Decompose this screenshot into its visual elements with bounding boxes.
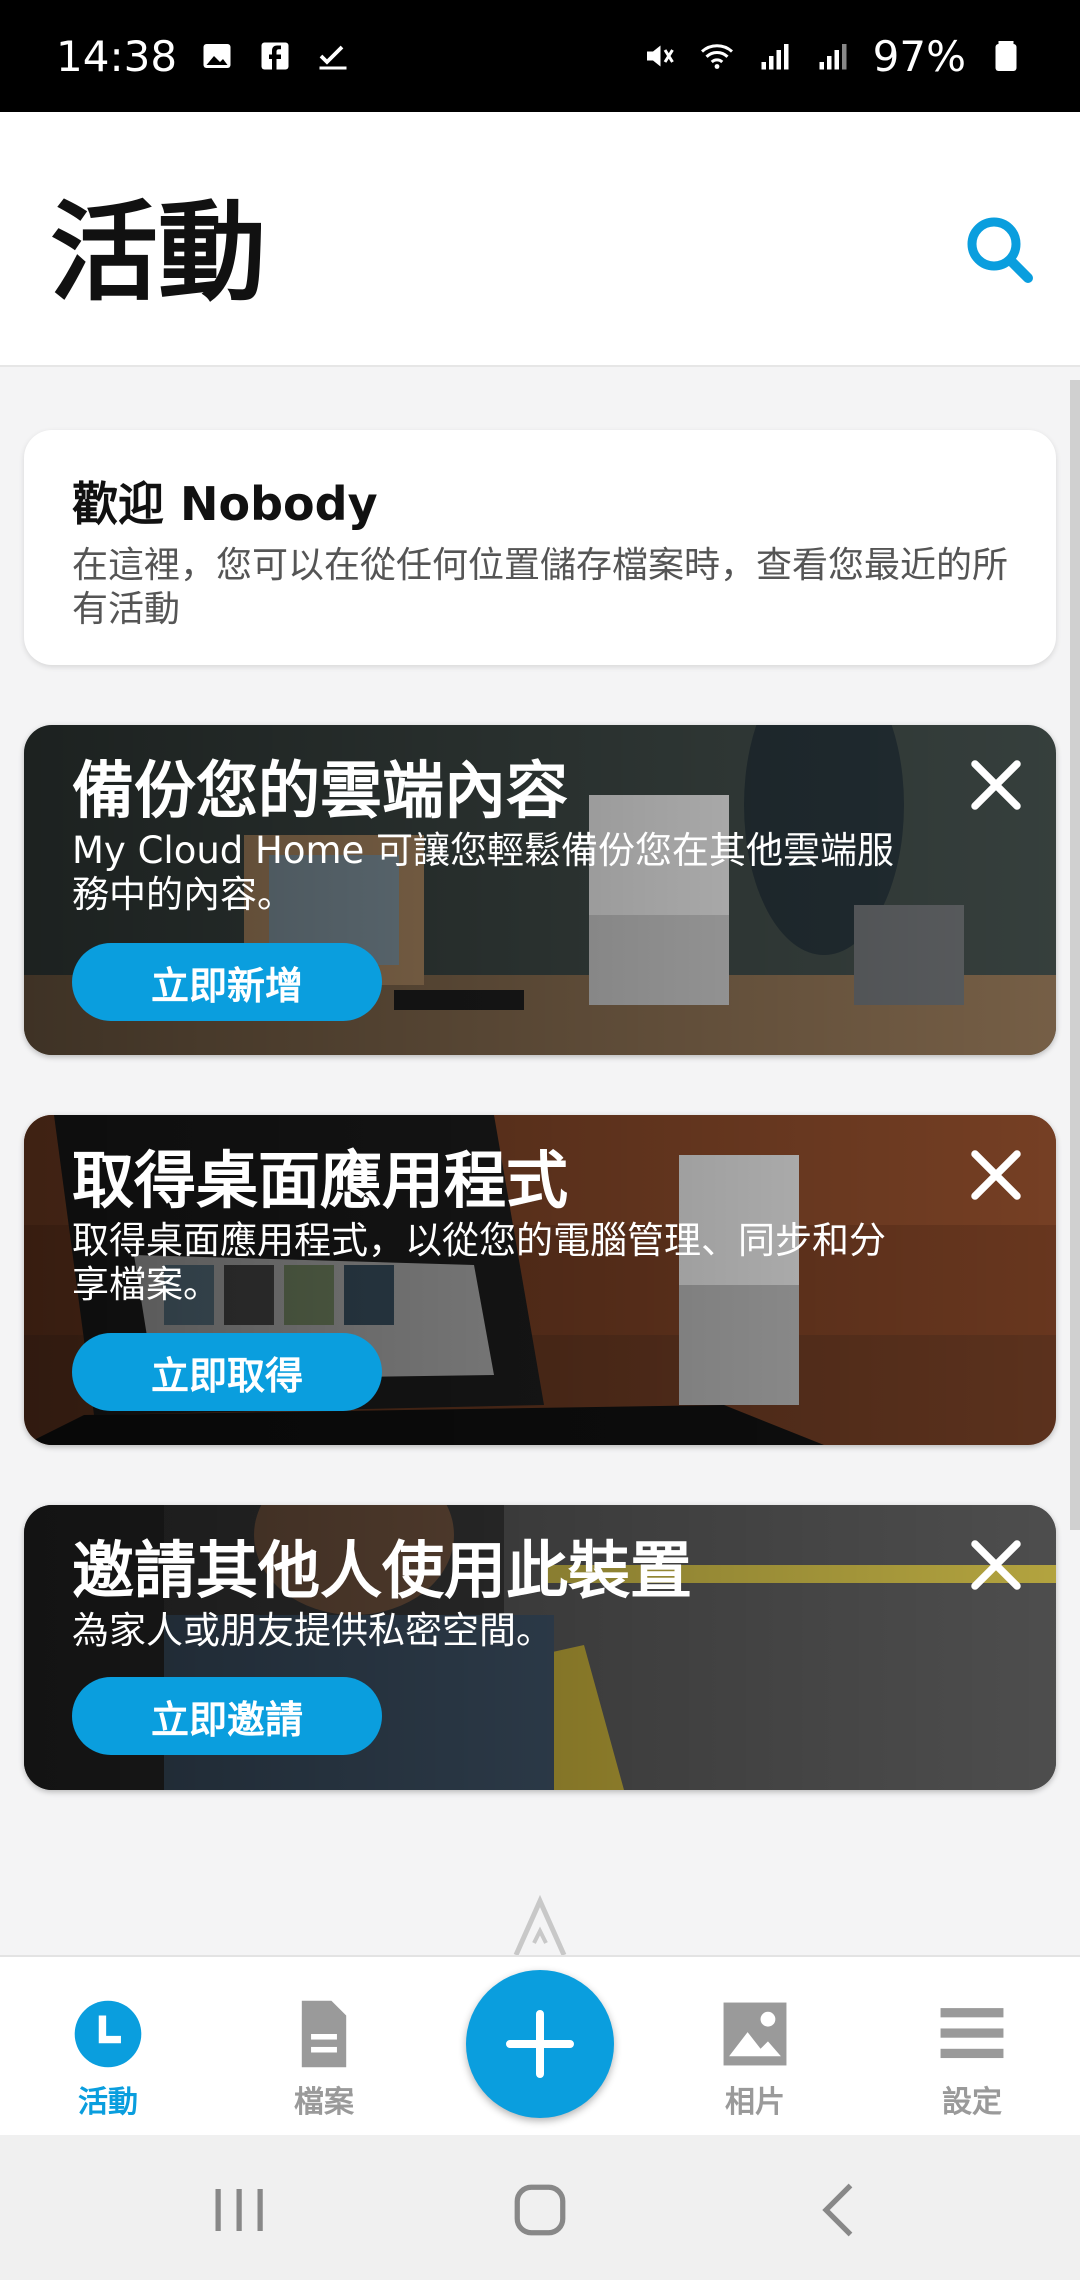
promo-text: My Cloud Home 可讓您輕鬆備份您在其他雲端服務中的內容。	[72, 829, 895, 916]
image-icon	[723, 2002, 787, 2066]
nav-label: 設定	[942, 2085, 1002, 2120]
close-icon[interactable]	[966, 1535, 1026, 1595]
arrow-up-icon	[513, 1895, 567, 1957]
status-bar: 14:38 97%	[0, 0, 1080, 112]
get-now-button[interactable]: 立即取得	[72, 1333, 382, 1411]
status-right: 97%	[641, 32, 1024, 81]
promo-title: 邀請其他人使用此裝置	[72, 1534, 693, 1607]
status-left: 14:38	[56, 32, 351, 81]
promo-content: 邀請其他人使用此裝置 為家人或朋友提供私密空間。	[72, 1535, 906, 1653]
promo-text: 為家人或朋友提供私密空間。	[72, 1609, 553, 1652]
page-title: 活動	[50, 191, 267, 316]
recent-apps-icon[interactable]	[205, 2175, 275, 2245]
promo-card-desktop-app: 取得桌面應用程式 取得桌面應用程式，以從您的電腦管理、同步和分享檔案。 立即取得	[24, 1115, 1056, 1445]
check-icon	[319, 45, 347, 70]
mute-icon	[646, 45, 674, 67]
promo-card-backup: 備份您的雲端內容 My Cloud Home 可讓您輕鬆備份您在其他雲端服務中的…	[24, 725, 1056, 1055]
invite-now-button[interactable]: 立即邀請	[72, 1677, 382, 1755]
clock-icon	[74, 2000, 142, 2068]
nav-item-files[interactable]: 檔案	[249, 1997, 399, 2121]
wifi-icon	[700, 44, 733, 69]
welcome-text: 在這裡，您可以在從任何位置儲存檔案時，查看您最近的所有活動	[72, 545, 1009, 630]
add-fab-button[interactable]	[466, 1970, 614, 2118]
add-now-button[interactable]: 立即新增	[72, 943, 382, 1021]
nav-label: 相片	[725, 2085, 785, 2120]
home-icon[interactable]	[505, 2175, 575, 2245]
system-navigation-bar	[0, 2135, 1080, 2280]
menu-icon	[940, 2008, 1004, 2059]
scrollbar[interactable]	[1070, 380, 1080, 1530]
app-header: 活動	[0, 112, 1080, 367]
file-icon	[301, 2000, 347, 2068]
nav-item-photos[interactable]: 相片	[680, 1997, 830, 2121]
nav-item-activity[interactable]: 活動	[33, 1997, 183, 2121]
promo-text: 取得桌面應用程式，以從您的電腦管理、同步和分享檔案。	[72, 1219, 886, 1306]
promo-title: 備份您的雲端內容	[72, 754, 569, 827]
gallery-icon	[203, 44, 231, 68]
nav-label: 檔案	[294, 2085, 354, 2120]
plus-icon	[506, 2010, 574, 2078]
battery-percent: 97%	[872, 31, 966, 81]
facebook-icon	[261, 42, 289, 70]
promo-content: 取得桌面應用程式 取得桌面應用程式，以從您的電腦管理、同步和分享檔案。	[72, 1145, 906, 1307]
signal-icon	[819, 44, 847, 70]
battery-icon	[995, 41, 1017, 71]
search-icon[interactable]	[960, 210, 1040, 290]
promo-content: 備份您的雲端內容 My Cloud Home 可讓您輕鬆備份您在其他雲端服務中的…	[72, 755, 906, 917]
close-icon[interactable]	[966, 755, 1026, 815]
nav-item-settings[interactable]: 設定	[897, 1997, 1047, 2121]
nav-label: 活動	[78, 2085, 138, 2120]
back-icon[interactable]	[805, 2175, 875, 2245]
close-icon[interactable]	[966, 1145, 1026, 1205]
status-time: 14:38	[56, 31, 178, 81]
welcome-title: 歡迎 Nobody	[72, 477, 378, 531]
promo-card-invite: 邀請其他人使用此裝置 為家人或朋友提供私密空間。 立即邀請	[24, 1505, 1056, 1790]
promo-title: 取得桌面應用程式	[72, 1144, 569, 1217]
signal-icon	[761, 44, 789, 70]
welcome-card: 歡迎 Nobody 在這裡，您可以在從任何位置儲存檔案時，查看您最近的所有活動	[24, 430, 1056, 665]
